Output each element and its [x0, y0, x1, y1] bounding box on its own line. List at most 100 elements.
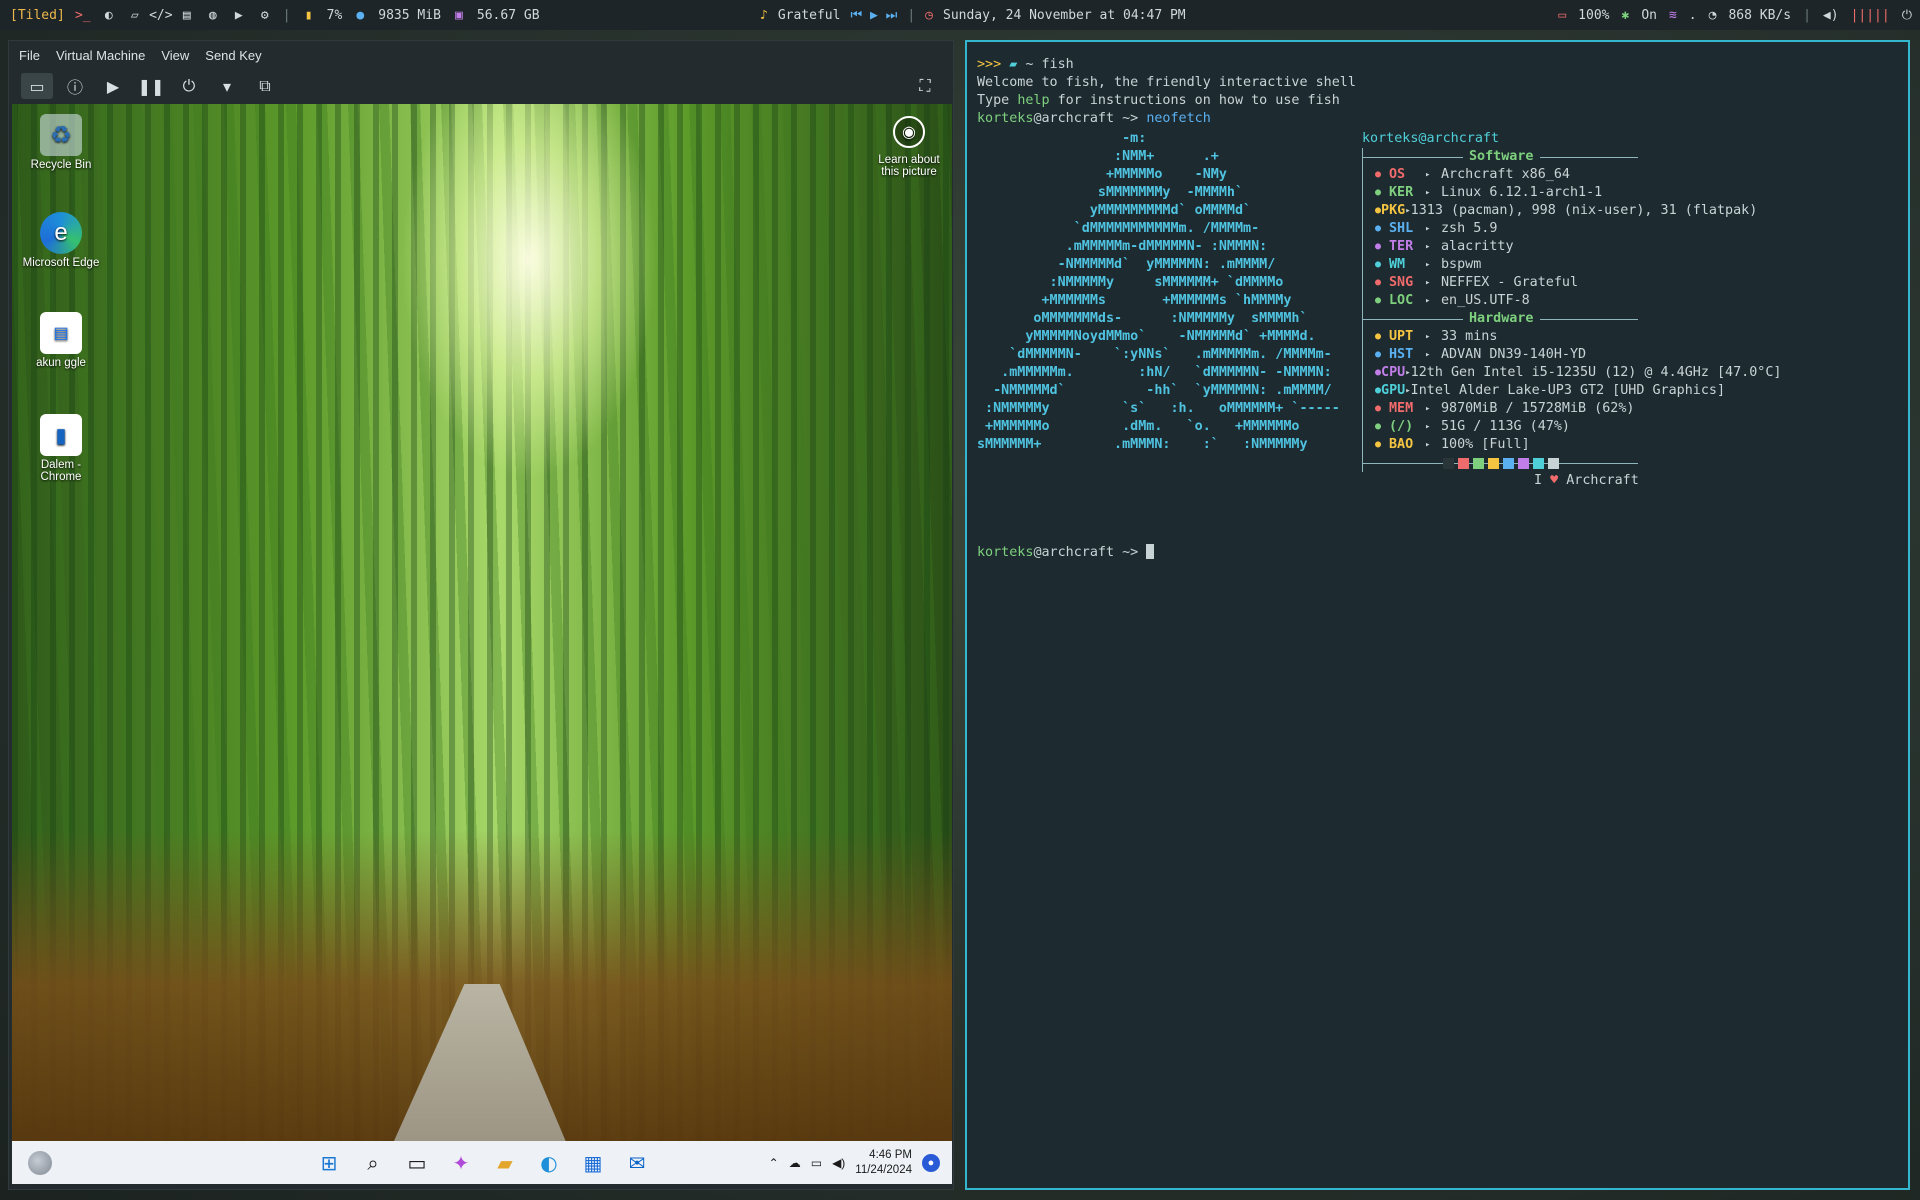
console-view-button[interactable]: ▭	[21, 73, 53, 99]
love-post: Archcraft	[1558, 473, 1639, 488]
chevron-up-icon[interactable]: ⌃	[769, 1156, 779, 1170]
ascii-line: yMMMMMNoydMMmo` -NMMMMMd` +MMMMd.	[977, 329, 1316, 344]
ascii-line: sMMMMMMMy -MMMMh`	[977, 185, 1244, 200]
ascii-line: +MMMMMMo .dMm. `o. +MMMMMMo	[977, 419, 1300, 434]
chat-icon[interactable]: ◍	[205, 7, 221, 23]
taskbar-apps: ⊞ ⌕ ▭ ✦ ▰ ◐ ▦ ✉	[312, 1146, 654, 1180]
info-value: 33 mins	[1441, 329, 1498, 344]
desktop-icon-recycle-bin[interactable]: ♻ Recycle Bin	[22, 114, 100, 171]
ascii-line: `dMMMMMN- `:yNNs` .mMMMMMm. /MMMMm-	[977, 347, 1332, 362]
info-value: 1313 (pacman), 998 (nix-user), 31 (flatp…	[1410, 203, 1758, 218]
code-icon[interactable]: </>	[149, 7, 172, 23]
network-icon[interactable]: ▭	[811, 1156, 822, 1170]
power-button[interactable]: ⏻	[173, 73, 205, 99]
search-icon[interactable]: ⌕	[356, 1146, 390, 1180]
hardware-header: Hardware	[1363, 310, 1638, 328]
taskbar-clock[interactable]: 4:46 PM 11/24/2024	[855, 1148, 912, 1178]
store-icon[interactable]: ▦	[576, 1146, 610, 1180]
system-tray: ⌃ ☁ ▭ ◀) 4:46 PM 11/24/2024 ●	[769, 1141, 940, 1184]
speaker-icon[interactable]: ◀)	[832, 1156, 845, 1170]
speed-icon: ◔	[1708, 7, 1717, 23]
info-key: KER	[1389, 185, 1414, 200]
info-key: BAO	[1389, 437, 1414, 452]
clock-icon: ◷	[925, 7, 933, 23]
ascii-line: :NMM+ .+	[977, 149, 1219, 164]
ascii-line: -NMMMMMd` yMMMMMN: .mMMMM/	[977, 257, 1276, 272]
info-value: 100% [Full]	[1441, 437, 1530, 452]
info-key: WM	[1389, 257, 1406, 272]
menu-view[interactable]: View	[161, 48, 189, 63]
document-icon: ▮	[40, 414, 82, 456]
power-menu-icon[interactable]: ⏻	[1902, 8, 1912, 23]
virtual-machine-window: File Virtual Machine View Send Key ▭ ⓘ ▶…	[8, 40, 954, 1190]
arrow-icon: ▸	[1425, 188, 1431, 198]
love-pre: I	[1534, 473, 1551, 488]
notification-bell-icon[interactable]: ●	[922, 1153, 940, 1172]
outlook-icon[interactable]: ✉	[620, 1146, 654, 1180]
prompt-suffix: ~>	[1114, 545, 1147, 560]
separator: |	[282, 7, 291, 23]
run-button[interactable]: ▶	[97, 73, 129, 99]
palette-swatch	[1503, 457, 1514, 469]
media-controls[interactable]: ⏮ ▶ ⏭	[850, 8, 897, 23]
desktop-icon-dalem-chrome[interactable]: ▮ Dalem - Chrome	[22, 414, 100, 483]
info-key: LOC	[1389, 293, 1414, 308]
edge-icon[interactable]: ◐	[532, 1146, 566, 1180]
info-row: ● SNG ▸ NEFFEX - Grateful	[1363, 274, 1638, 292]
menu-virtual-machine[interactable]: Virtual Machine	[56, 48, 145, 63]
info-value: en_US.UTF-8	[1441, 293, 1530, 308]
menu-file[interactable]: File	[19, 48, 40, 63]
desktop-icon-label: akun ggle	[36, 357, 86, 369]
guest-display[interactable]: ♻ Recycle Bin e Microsoft Edge ▤ akun gg…	[12, 104, 952, 1184]
volume-icon[interactable]: ◀)	[1823, 8, 1839, 23]
top-bar-right: ▭ 100% ✱ On ≋ . ◔ 868 KB/s | ◀) ||||| ⏻	[1558, 0, 1912, 30]
youtube-icon[interactable]: ▶	[231, 7, 247, 23]
arrow-icon: ▸	[1425, 440, 1431, 450]
file-explorer-icon[interactable]: ▰	[488, 1146, 522, 1180]
info-value: ADVAN DN39-140H-YD	[1441, 347, 1587, 362]
info-value: 51G / 113G (47%)	[1441, 419, 1570, 434]
copilot-icon[interactable]: ✦	[444, 1146, 478, 1180]
info-row: ● SHL ▸ zsh 5.9	[1363, 220, 1638, 238]
pause-button[interactable]: ❚❚	[135, 73, 167, 99]
desktop-icon-akun-ggle[interactable]: ▤ akun ggle	[22, 312, 100, 369]
volume-bar[interactable]: |||||	[1851, 8, 1890, 23]
firefox-icon[interactable]: ◐	[101, 7, 117, 23]
menu-send-key[interactable]: Send Key	[205, 48, 261, 63]
info-value: Linux 6.12.1-arch1-1	[1441, 185, 1603, 200]
wifi-icon[interactable]: ≋	[1669, 8, 1677, 23]
taskbar-date: 11/24/2024	[855, 1163, 912, 1176]
info-row: ● TER ▸ alacritty	[1363, 238, 1638, 256]
palette-swatch	[1443, 457, 1454, 469]
prompt-at: @	[1033, 545, 1042, 560]
start-icon[interactable]: ⊞	[312, 1146, 346, 1180]
arrow-icon: ▸	[1425, 278, 1431, 288]
terminal-window[interactable]: >>> ▰ ~ fish Welcome to fish, the friend…	[965, 40, 1910, 1190]
folder-icon[interactable]: ▱	[127, 7, 143, 23]
battery-level: 100%	[1578, 7, 1610, 23]
layout-indicator[interactable]: [Tiled]	[10, 8, 65, 23]
info-key: OS	[1389, 167, 1406, 182]
edge-icon: e	[40, 212, 82, 254]
widgets-icon[interactable]	[28, 1151, 52, 1175]
book-icon[interactable]: ▤	[179, 7, 195, 23]
bluetooth-icon[interactable]: ✱	[1621, 8, 1629, 23]
desktop-icon-edge[interactable]: e Microsoft Edge	[22, 212, 100, 269]
gear-icon[interactable]: ⚙	[257, 7, 273, 23]
snapshots-button[interactable]: ⧉	[249, 73, 281, 99]
details-view-button[interactable]: ⓘ	[59, 73, 91, 99]
info-key: TER	[1389, 239, 1414, 254]
power-dropdown-icon[interactable]: ▾	[211, 73, 243, 99]
wifi-label: .	[1688, 7, 1697, 23]
fullscreen-button[interactable]: ⛶	[909, 73, 941, 99]
taskview-icon[interactable]: ▭	[400, 1146, 434, 1180]
cpu-usage: 7%	[326, 7, 343, 23]
bullet-icon: ●	[1375, 439, 1382, 450]
ascii-logo: -m: :NMM+ .+ +MMMMMo -NMy sMMMMMMMy -MMM…	[977, 130, 1340, 454]
onedrive-icon[interactable]: ☁	[789, 1156, 801, 1170]
terminal-icon[interactable]: >_	[75, 7, 91, 23]
desktop-icon-label: Microsoft Edge	[22, 257, 100, 269]
info-row: ● UPT ▸ 33 mins	[1363, 328, 1638, 346]
palette-swatch	[1518, 457, 1529, 469]
learn-about-picture[interactable]: ◉ Learn about this picture	[874, 116, 944, 178]
